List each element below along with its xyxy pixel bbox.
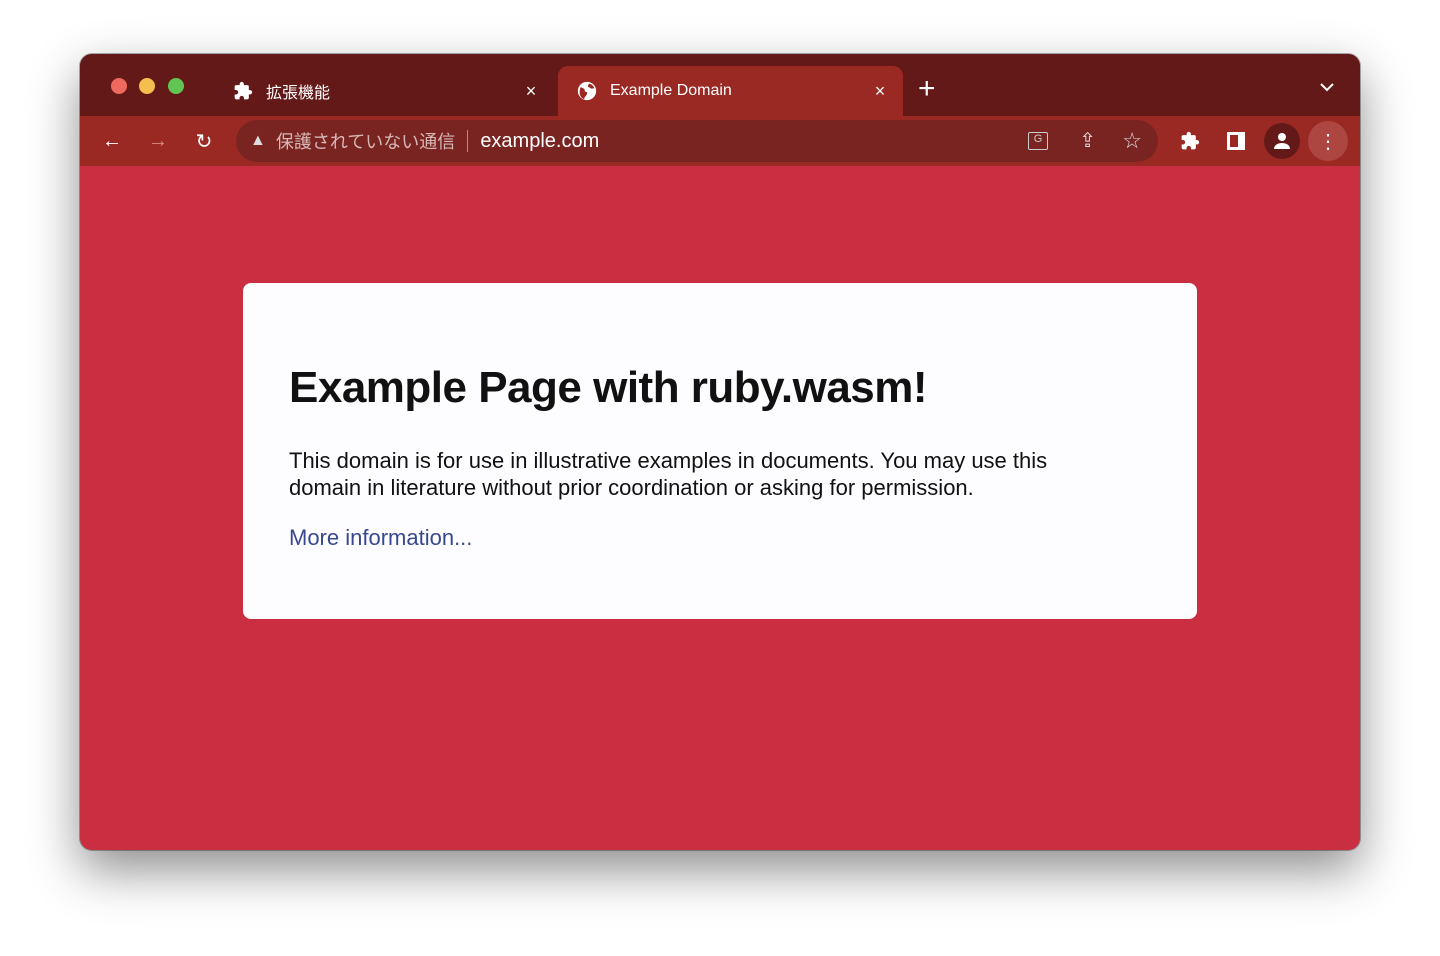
extensions-puzzle-icon[interactable] — [1174, 125, 1206, 157]
tab-label: 拡張機能 — [266, 85, 331, 102]
content-card: Example Page with ruby.wasm! This domain… — [243, 283, 1197, 619]
side-panel-icon[interactable] — [1220, 125, 1252, 157]
share-icon[interactable]: ⇪ — [1079, 128, 1096, 153]
tab-search-chevron-icon[interactable] — [1318, 80, 1336, 98]
reload-button[interactable]: ↻ — [188, 125, 220, 157]
tab-strip: 拡張機能 × Example Domain × + — [80, 54, 1360, 116]
zoom-window-button[interactable] — [168, 78, 184, 94]
globe-icon — [576, 80, 598, 102]
back-button[interactable]: ← — [96, 125, 128, 157]
url-text[interactable]: example.com — [480, 130, 599, 153]
menu-kebab-icon[interactable]: ⋮ — [1308, 121, 1348, 161]
new-tab-button[interactable]: + — [918, 74, 936, 104]
close-tab-icon[interactable]: × — [516, 81, 546, 102]
close-tab-icon[interactable]: × — [865, 81, 895, 102]
minimize-window-button[interactable] — [139, 78, 155, 94]
security-status[interactable]: 保護されていない通信 — [276, 128, 455, 154]
tab-extensions[interactable]: 拡張機能 × — [214, 66, 554, 116]
close-window-button[interactable] — [111, 78, 127, 94]
translate-icon[interactable]: G — [1028, 132, 1048, 150]
warning-icon: ▲ — [250, 132, 266, 149]
divider — [467, 130, 469, 152]
toolbar: ← → ↻ ▲ 保護されていない通信 example.com G ⇪ ☆ ⋮ — [80, 116, 1360, 166]
tab-label: Example Domain — [610, 82, 732, 99]
page-body-text: This domain is for use in illustrative e… — [289, 448, 1048, 500]
browser-window: 拡張機能 × Example Domain × + ← → ↻ ▲ 保護されてい… — [80, 54, 1360, 850]
page-heading: Example Page with ruby.wasm! — [289, 363, 928, 412]
more-information-link[interactable]: More information... — [289, 525, 1151, 551]
puzzle-icon — [232, 80, 254, 102]
bookmark-star-icon[interactable]: ☆ — [1122, 128, 1142, 154]
tab-example-domain[interactable]: Example Domain × — [558, 66, 903, 116]
address-bar[interactable]: ▲ 保護されていない通信 example.com G ⇪ ☆ — [236, 120, 1158, 162]
forward-button[interactable]: → — [142, 125, 174, 157]
profile-avatar-icon[interactable] — [1264, 123, 1300, 159]
